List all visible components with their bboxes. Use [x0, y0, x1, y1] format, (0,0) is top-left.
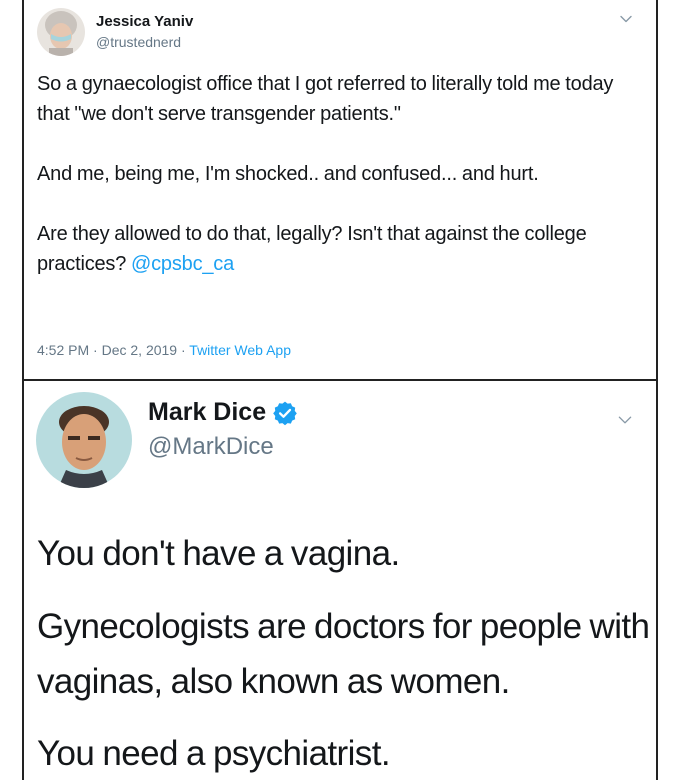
- meta-separator: ·: [180, 342, 186, 358]
- tweet-paragraph: Gynecologists are doctors for people wit…: [37, 607, 650, 701]
- tweet-metadata: 4:52 PM · Dec 2, 2019 · Twitter Web App: [37, 342, 291, 358]
- avatar[interactable]: [37, 8, 85, 56]
- verified-badge-icon: [273, 401, 297, 425]
- author-name-row: Jessica Yaniv: [96, 13, 193, 30]
- user-handle[interactable]: @trustednerd: [96, 34, 181, 50]
- tweet-source[interactable]: Twitter Web App: [189, 342, 291, 358]
- tweet-card-2: Mark Dice @MarkDice You don't have a vag…: [22, 381, 658, 780]
- display-name[interactable]: Jessica Yaniv: [96, 13, 193, 30]
- mention-link[interactable]: @cpsbc_ca: [131, 253, 234, 275]
- tweet-paragraph: You don't have a vagina.: [37, 534, 400, 573]
- tweet-date[interactable]: Dec 2, 2019: [102, 342, 178, 358]
- user-handle[interactable]: @MarkDice: [148, 433, 274, 461]
- display-name[interactable]: Mark Dice: [148, 398, 266, 427]
- avatar-image: [37, 8, 85, 56]
- chevron-down-icon[interactable]: [618, 11, 634, 27]
- chevron-down-icon[interactable]: [616, 411, 634, 429]
- author-name-row: Mark Dice: [148, 398, 298, 427]
- tweet-body: So a gynaecologist office that I got ref…: [37, 69, 642, 309]
- tweet-time[interactable]: 4:52 PM: [37, 342, 89, 358]
- tweet-paragraph: So a gynaecologist office that I got ref…: [37, 73, 614, 125]
- tweet-paragraph: You need a psychiatrist.: [37, 734, 391, 773]
- avatar-image: [36, 392, 132, 488]
- tweet-paragraph: And me, being me, I'm shocked.. and conf…: [37, 163, 539, 185]
- tweet-paragraph: Are they allowed to do that, legally? Is…: [37, 219, 642, 279]
- meta-separator: ·: [93, 342, 98, 358]
- tweet-paragraph-text: Are they allowed to do that, legally? Is…: [37, 223, 587, 275]
- avatar[interactable]: [36, 392, 132, 488]
- tweet-card-1: Jessica Yaniv @trustednerd So a gynaecol…: [22, 0, 658, 381]
